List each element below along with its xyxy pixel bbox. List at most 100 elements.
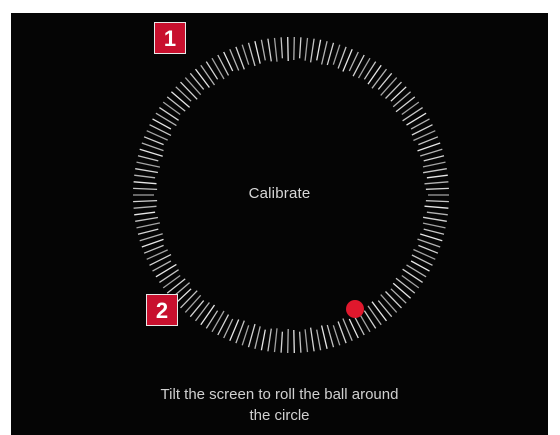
dial-tick bbox=[395, 277, 416, 294]
dial-tick bbox=[155, 112, 177, 127]
dial-tick bbox=[424, 181, 449, 185]
dial-tick bbox=[304, 329, 309, 353]
dial-tick bbox=[247, 323, 256, 348]
dial-tick bbox=[175, 86, 192, 102]
dial-tick bbox=[200, 304, 216, 326]
dial-tick bbox=[260, 329, 266, 351]
dial-tick bbox=[136, 222, 161, 229]
dial-tick bbox=[180, 290, 198, 309]
dial-tick bbox=[392, 282, 412, 299]
dial-tick bbox=[194, 302, 210, 322]
dial-tick bbox=[418, 244, 439, 254]
dial-tick bbox=[371, 68, 388, 89]
dial-tick bbox=[135, 216, 159, 222]
dial-tick bbox=[316, 329, 322, 351]
dial-tick bbox=[385, 291, 402, 309]
dial-tick bbox=[189, 300, 205, 318]
dial-tick bbox=[184, 294, 202, 313]
dial-tick bbox=[422, 216, 447, 222]
dial-tick bbox=[392, 91, 412, 108]
dial-tick bbox=[316, 39, 322, 61]
dial-tick bbox=[309, 327, 315, 352]
dial-tick bbox=[332, 44, 341, 65]
dial-tick bbox=[241, 325, 250, 346]
instruction-line-2: the circle bbox=[249, 407, 310, 424]
dial-tick bbox=[406, 264, 427, 278]
dial-tick bbox=[159, 269, 179, 283]
dial-tick bbox=[287, 36, 289, 62]
dial-tick bbox=[211, 57, 225, 80]
dial-tick bbox=[180, 81, 198, 100]
dial-tick bbox=[367, 64, 382, 85]
dial-tick bbox=[401, 274, 420, 289]
dial-tick bbox=[135, 168, 159, 174]
dial-tick bbox=[304, 37, 309, 61]
dial-tick bbox=[371, 301, 388, 322]
dial-tick bbox=[320, 41, 328, 65]
dial-tick bbox=[254, 41, 261, 64]
calibration-dial bbox=[133, 36, 449, 354]
dial-tick bbox=[267, 328, 272, 352]
dial-tick bbox=[170, 91, 191, 108]
dial-tick bbox=[423, 155, 445, 162]
dial-tick bbox=[377, 72, 393, 90]
dial-tick bbox=[184, 77, 202, 96]
dial-tick bbox=[326, 42, 335, 66]
dial-tick bbox=[211, 310, 225, 333]
dial-tick bbox=[406, 112, 427, 126]
dial-tick bbox=[143, 244, 164, 254]
dial-tick bbox=[293, 36, 295, 61]
dial-tick bbox=[309, 38, 315, 63]
dial-tick bbox=[357, 57, 371, 79]
dial-tick bbox=[247, 42, 256, 67]
dial-tick bbox=[162, 101, 181, 116]
dial-tick bbox=[326, 324, 335, 348]
dial-tick bbox=[134, 174, 156, 179]
dial-tick bbox=[143, 136, 164, 146]
dial-tick bbox=[166, 278, 186, 294]
dial-tick bbox=[133, 205, 157, 209]
dial-tick bbox=[402, 107, 423, 122]
dial-tick bbox=[200, 64, 216, 86]
dial-tick bbox=[141, 142, 164, 152]
rolling-ball[interactable] bbox=[346, 300, 364, 318]
dial-tick bbox=[137, 155, 159, 162]
dial-tick bbox=[422, 168, 447, 174]
dial-tick bbox=[367, 305, 382, 326]
dial-tick bbox=[133, 181, 157, 185]
dial-tick bbox=[401, 101, 420, 116]
dial-tick bbox=[159, 107, 179, 121]
dial-tick bbox=[423, 228, 445, 235]
dial-tick bbox=[298, 37, 302, 59]
dial-tick bbox=[402, 268, 423, 283]
dial-tick bbox=[377, 300, 393, 318]
dial-tick bbox=[424, 205, 449, 209]
dial-tick bbox=[175, 288, 192, 304]
dial-tick bbox=[390, 288, 407, 304]
dial-tick bbox=[194, 68, 210, 88]
dial-tick bbox=[380, 77, 398, 96]
dial-tick bbox=[298, 331, 302, 353]
dial-tick bbox=[287, 328, 289, 354]
dial-tick bbox=[418, 136, 439, 146]
dial-tick bbox=[260, 39, 266, 61]
dial-tick bbox=[137, 228, 159, 235]
dial-tick bbox=[390, 86, 407, 102]
dial-tick bbox=[189, 72, 205, 90]
dial-tick bbox=[332, 325, 341, 346]
dial-tick bbox=[136, 161, 161, 168]
instruction-text: Tilt the screen to roll the ball around … bbox=[11, 384, 548, 426]
dial-tick bbox=[134, 211, 156, 216]
dial-tick bbox=[241, 44, 250, 65]
dial-tick bbox=[422, 222, 446, 229]
dial-tick bbox=[426, 211, 448, 216]
dial-tick bbox=[166, 96, 186, 112]
dial-tick bbox=[139, 233, 163, 242]
callout-badge-1: 1 bbox=[154, 22, 186, 54]
dial-tick bbox=[420, 148, 443, 157]
dial-tick bbox=[422, 161, 446, 168]
instruction-line-1: Tilt the screen to roll the ball around bbox=[160, 386, 399, 403]
dial-tick bbox=[155, 263, 177, 278]
dial-tick bbox=[426, 174, 448, 179]
callout-badge-2: 2 bbox=[146, 294, 178, 326]
